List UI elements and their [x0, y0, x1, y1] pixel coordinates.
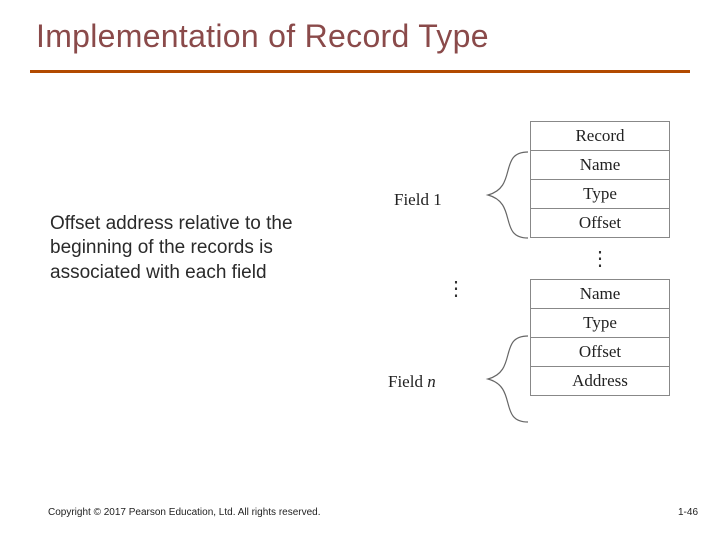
cell-field1-type: Type [530, 179, 670, 209]
ellipsis-row: ⋮ [530, 238, 670, 280]
slide-title: Implementation of Record Type [36, 18, 489, 55]
cell-record: Record [530, 121, 670, 151]
cell-fieldn-name: Name [530, 279, 670, 309]
cell-field1-offset: Offset [530, 208, 670, 238]
label-field-n: Field n [388, 372, 436, 392]
body-paragraph: Offset address relative to the beginning… [50, 212, 360, 285]
title-underline [30, 70, 690, 73]
cell-fieldn-offset: Offset [530, 337, 670, 367]
cell-fieldn-type: Type [530, 308, 670, 338]
label-fieldn-var: n [427, 372, 436, 391]
vertical-ellipsis-icon: ⋮ [590, 254, 610, 264]
cell-field1-name: Name [530, 150, 670, 180]
label-field-1: Field 1 [394, 190, 442, 210]
record-layout-diagram: Record Name Type Offset ⋮ Name Type Offs… [380, 116, 680, 476]
mid-vertical-ellipsis-icon: ⋮ [446, 276, 466, 301]
memory-stack: Record Name Type Offset ⋮ Name Type Offs… [530, 122, 670, 396]
copyright-text: Copyright © 2017 Pearson Education, Ltd.… [48, 507, 321, 518]
brace-field-n [458, 336, 528, 422]
cell-address: Address [530, 366, 670, 396]
label-fieldn-prefix: Field [388, 372, 427, 391]
brace-field-1 [458, 152, 528, 238]
page-number: 1-46 [678, 507, 698, 518]
